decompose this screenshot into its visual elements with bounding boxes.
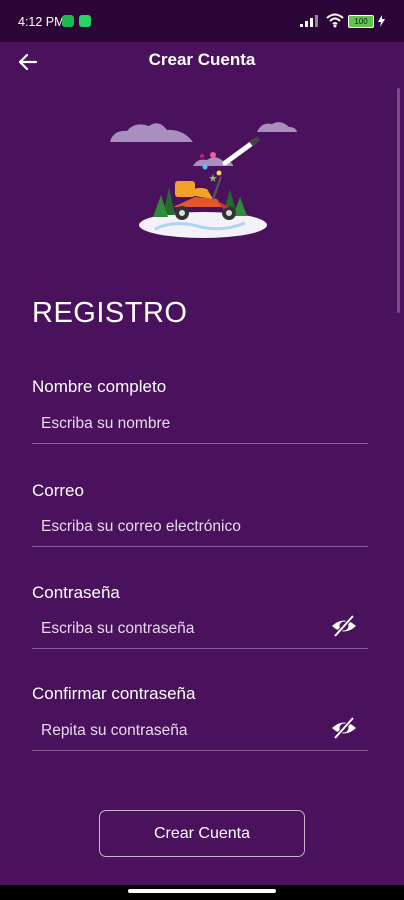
status-time: 4:12 PM [18,15,65,29]
create-account-button[interactable]: Crear Cuenta [99,810,305,857]
notification-icon [62,15,74,27]
app-title: Crear Cuenta [148,50,256,69]
email-label: Correo [32,481,84,500]
password-label: Contraseña [32,583,120,602]
battery-icon: 100 [348,15,374,28]
status-bar: 4:12 PM 100 [0,0,404,42]
scooter-illustration [110,122,297,238]
signal-icon [300,15,318,27]
home-indicator[interactable] [128,889,276,893]
wifi-icon [326,13,344,28]
full-name-label: Nombre completo [32,377,167,396]
notification-icon [79,15,91,27]
navigation-bar [0,885,404,900]
eye-off-icon[interactable] [330,614,358,638]
form-heading: REGISTRO [32,297,188,329]
charging-icon [378,15,385,27]
confirm-password-label: Confirmar contraseña [32,684,196,703]
email-input[interactable] [32,507,368,547]
eye-off-icon[interactable] [330,716,358,740]
password-input[interactable] [32,609,368,649]
full-name-input[interactable] [32,404,368,444]
confirm-password-input[interactable] [32,711,368,751]
scrollbar[interactable] [397,88,400,313]
app-bar: Crear Cuenta [0,42,404,82]
